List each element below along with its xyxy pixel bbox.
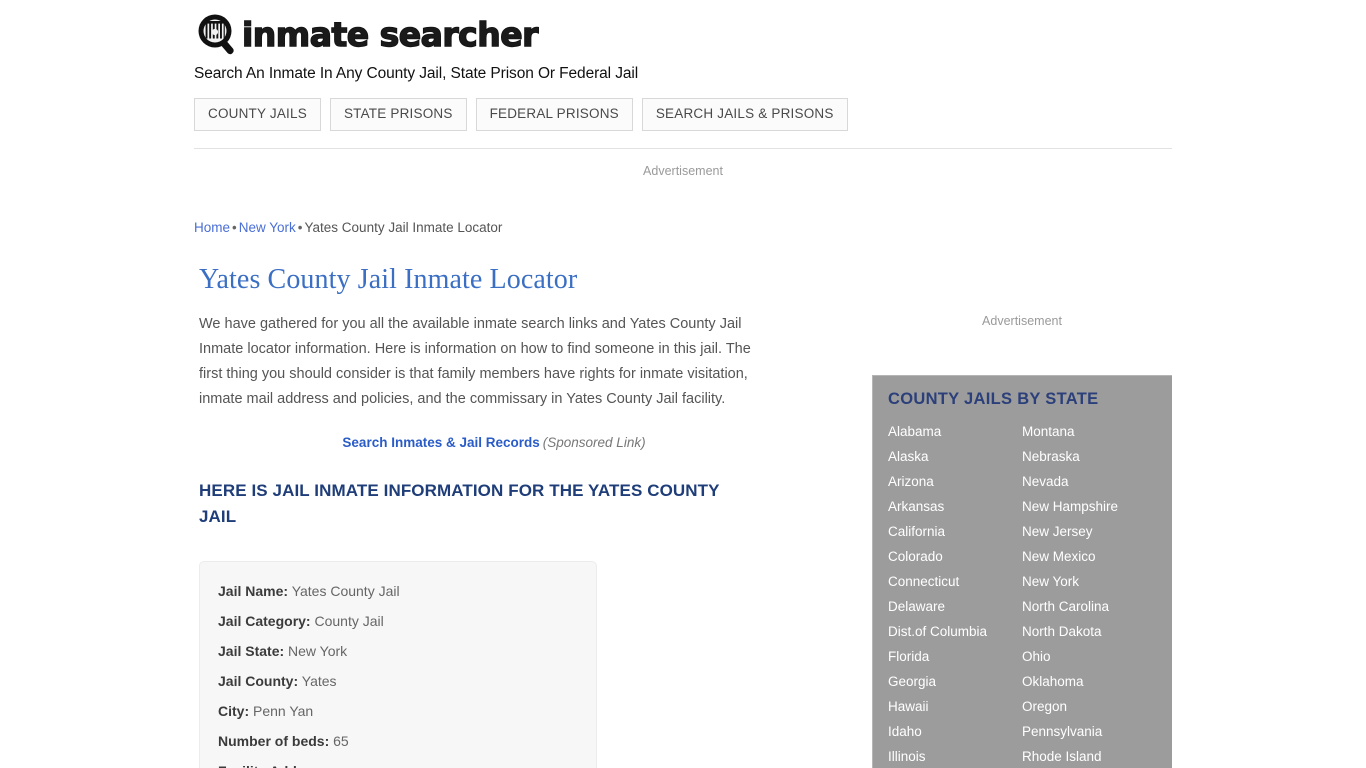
info-value: County Jail [314, 613, 384, 630]
site-tagline: Search An Inmate In Any County Jail, Sta… [194, 65, 639, 82]
info-label: Jail Name: [218, 583, 289, 600]
info-row-number-of-beds: Number of beds: 65 [218, 726, 578, 756]
info-row-jail-name: Jail Name: Yates County Jail [218, 576, 578, 606]
state-links-grid: Alabama Alaska Arizona Arkansas Californ… [873, 419, 1172, 768]
info-row-facility-address: Facility Address: [218, 756, 578, 768]
sidebar-state-california[interactable]: California [888, 519, 1022, 544]
info-value: Yates [301, 673, 337, 690]
sidebar-state-nebraska[interactable]: Nebraska [1022, 444, 1172, 469]
sidebar-state-rhode-island[interactable]: Rhode Island [1022, 744, 1172, 768]
nav-federal-prisons[interactable]: FEDERAL PRISONS [475, 97, 633, 132]
sidebar-state-florida[interactable]: Florida [888, 644, 1022, 669]
info-value: New York [288, 643, 348, 660]
sidebar-state-delaware[interactable]: Delaware [888, 594, 1022, 619]
sidebar-state-arkansas[interactable]: Arkansas [888, 494, 1022, 519]
sidebar-state-north-carolina[interactable]: North Carolina [1022, 594, 1172, 619]
info-row-jail-county: Jail County: Yates [218, 666, 578, 696]
top-advertisement-label: Advertisement [643, 164, 723, 178]
sidebar-state-new-hampshire[interactable]: New Hampshire [1022, 494, 1172, 519]
sidebar-state-connecticut[interactable]: Connecticut [888, 569, 1022, 594]
sidebar-state-hawaii[interactable]: Hawaii [888, 694, 1022, 719]
sponsored-search-link[interactable]: Search Inmates & Jail Records [342, 435, 539, 450]
sidebar-state-north-dakota[interactable]: North Dakota [1022, 619, 1172, 644]
sidebar-state-montana[interactable]: Montana [1022, 419, 1172, 444]
main-nav: COUNTY JAILS STATE PRISONS FEDERAL PRISO… [194, 97, 1172, 132]
site-header: inmate searcher Search An Inmate In Any … [194, 0, 1172, 150]
page-title: Yates County Jail Inmate Locator [199, 264, 578, 295]
info-label: Number of beds: [218, 733, 330, 750]
info-row-jail-state: Jail State: New York [218, 636, 578, 666]
info-value: Penn Yan [253, 703, 314, 720]
county-jails-by-state-panel: COUNTY JAILS BY STATE Alabama Alaska Ari… [872, 375, 1172, 768]
main-content: Yates County Jail Inmate Locator We have… [199, 262, 799, 768]
sponsored-link-row: Search Inmates & Jail Records (Sponsored … [199, 435, 789, 450]
info-row-jail-category: Jail Category: County Jail [218, 606, 578, 636]
page-root: inmate searcher Search An Inmate In Any … [0, 0, 1366, 768]
sidebar-state-georgia[interactable]: Georgia [888, 669, 1022, 694]
sidebar-advertisement-label: Advertisement [982, 314, 1062, 328]
header-divider [194, 148, 1172, 150]
state-column-left: Alabama Alaska Arizona Arkansas Californ… [888, 419, 1022, 768]
info-label: Facility Address: [218, 763, 330, 768]
breadcrumb-home[interactable]: Home [194, 220, 230, 235]
sidebar-state-arizona[interactable]: Arizona [888, 469, 1022, 494]
nav-county-jails[interactable]: COUNTY JAILS [194, 97, 321, 132]
info-label: Jail County: [218, 673, 299, 690]
breadcrumb-separator: • [232, 220, 237, 235]
sidebar-state-dist-of-columbia[interactable]: Dist.of Columbia [888, 619, 1022, 644]
sidebar-state-ohio[interactable]: Ohio [1022, 644, 1172, 669]
info-value: Yates County Jail [291, 583, 400, 600]
sidebar-state-alabama[interactable]: Alabama [888, 419, 1022, 444]
sidebar-state-idaho[interactable]: Idaho [888, 719, 1022, 744]
breadcrumb-separator: • [297, 220, 303, 235]
sidebar-state-new-mexico[interactable]: New Mexico [1022, 544, 1172, 569]
section-title: HERE IS JAIL INMATE INFORMATION FOR THE … [199, 481, 720, 527]
magnifier-jail-icon [194, 13, 240, 57]
sidebar-panel-title: COUNTY JAILS BY STATE [888, 390, 1099, 408]
breadcrumb-state[interactable]: New York [239, 220, 296, 235]
sidebar-state-oklahoma[interactable]: Oklahoma [1022, 669, 1172, 694]
info-label: City: [218, 703, 250, 720]
logo-wordmark: inmate searcher [241, 14, 539, 54]
jail-info-box: Jail Name: Yates County Jail Jail Catego… [199, 561, 597, 768]
sidebar-state-new-york[interactable]: New York [1022, 569, 1172, 594]
sidebar-state-alaska[interactable]: Alaska [888, 444, 1022, 469]
sidebar-state-oregon[interactable]: Oregon [1022, 694, 1172, 719]
sidebar-state-new-jersey[interactable]: New Jersey [1022, 519, 1172, 544]
site-logo[interactable]: inmate searcher [194, 0, 1172, 62]
info-row-city: City: Penn Yan [218, 696, 578, 726]
intro-paragraph: We have gathered for you all the availab… [199, 316, 751, 408]
nav-search-jails-prisons[interactable]: SEARCH JAILS & PRISONS [641, 97, 848, 132]
info-label: Jail Category: [218, 613, 311, 630]
breadcrumb-current: Yates County Jail Inmate Locator [304, 220, 503, 235]
info-label: Jail State: [218, 643, 285, 660]
sidebar-state-illinois[interactable]: Illinois [888, 744, 1022, 768]
sidebar-state-colorado[interactable]: Colorado [888, 544, 1022, 569]
nav-state-prisons[interactable]: STATE PRISONS [329, 97, 467, 132]
sidebar-state-nevada[interactable]: Nevada [1022, 469, 1172, 494]
info-value: 65 [333, 733, 349, 750]
sponsored-note: (Sponsored Link) [542, 435, 646, 451]
sidebar-state-pennsylvania[interactable]: Pennsylvania [1022, 719, 1172, 744]
state-column-right: Montana Nebraska Nevada New Hampshire Ne… [1022, 419, 1172, 768]
breadcrumb: Home • New York • Yates County Jail Inmate L… [194, 219, 502, 237]
